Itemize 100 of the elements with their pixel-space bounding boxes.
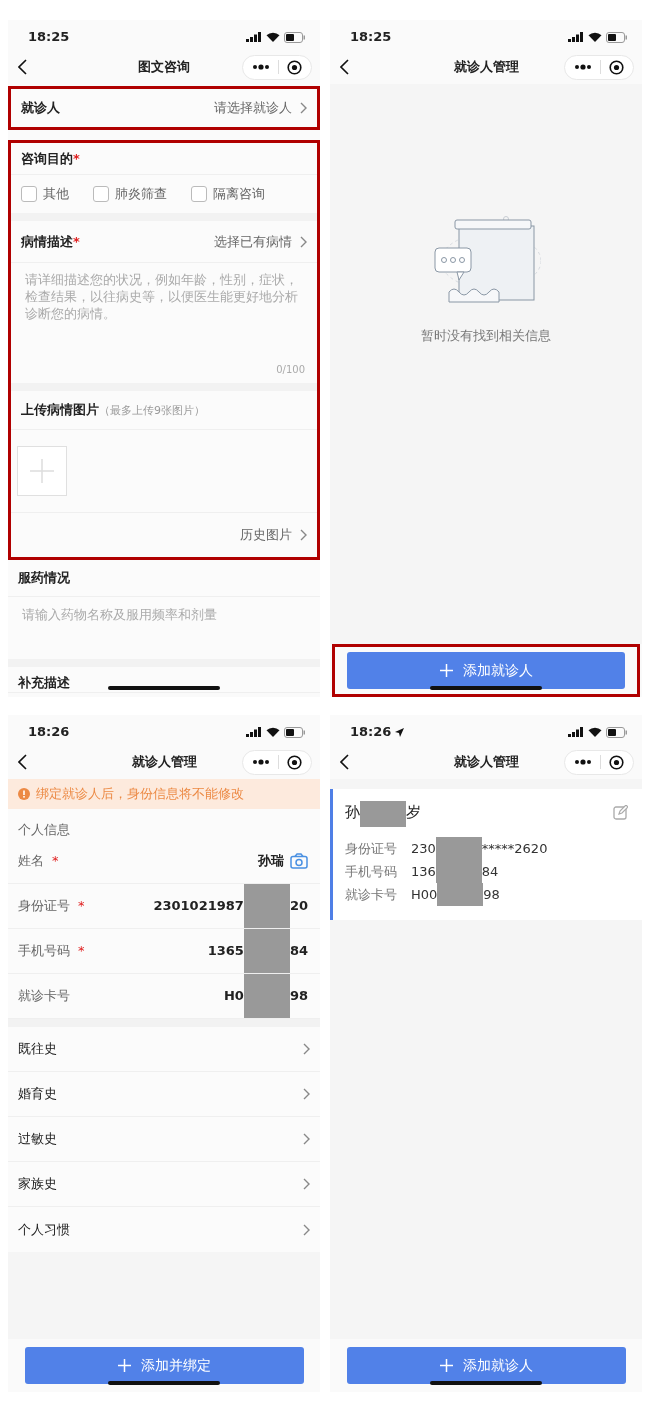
target-icon[interactable] [609,754,624,770]
plus-icon [439,664,453,677]
status-time: 18:26 [350,723,392,742]
field-value: 20 [289,897,308,916]
description-field[interactable]: 请详细描述您的状况，例如年龄，性别，症状，检查结果，以往病史等，以便医生能更好地分析诊断您的病情。 [25,271,305,362]
patient-select-link[interactable]: 请选择就诊人 [214,98,292,118]
page-title: 就诊人管理 [453,753,519,772]
history-item[interactable]: 过敏史 [18,1129,57,1149]
back-icon[interactable] [340,754,350,770]
field-label: 身份证号 [345,839,398,858]
field-value: 孙 [345,802,360,823]
redaction-block [243,929,290,973]
target-icon[interactable] [287,754,302,770]
redaction-block [435,837,482,860]
chevron-right-icon [300,102,307,114]
plus-icon [30,459,54,483]
target-icon[interactable] [609,59,624,75]
chevron-right-icon [300,235,307,248]
field-value: 84 [481,862,499,881]
section-label: 病情描述* [21,232,80,251]
battery-icon [606,726,628,738]
checkbox[interactable] [191,186,207,202]
patient-card[interactable]: 孙 岁 身份证号 230 *****2620 手机号码 136 84 就诊卡号 H00 98 [330,789,642,920]
field-value: 2301021987 [153,897,244,916]
history-images-link[interactable]: 历史图片 [240,525,292,545]
status-time: 18:25 [28,28,70,47]
field-label: 手机号码 [345,862,398,881]
add-button[interactable]: 添加就诊人 [347,652,625,689]
checkbox-option[interactable]: 其他 [21,184,69,204]
plus-icon [439,1359,453,1372]
field-value: 岁 [406,802,421,823]
chevron-right-icon [303,1088,310,1100]
field-value: 136 [411,862,436,881]
signal-icon [246,727,262,737]
section-label: 补充描述 [18,673,70,692]
page-title: 就诊人管理 [453,58,519,77]
camera-icon[interactable] [290,853,308,869]
plus-icon [117,1359,131,1372]
history-item[interactable]: 个人习惯 [18,1219,70,1240]
history-item[interactable]: 既往史 [18,1039,57,1059]
field-value: 1365 [207,942,244,961]
wifi-icon [266,727,280,737]
chevron-right-icon [300,529,307,541]
wifi-icon [266,32,280,42]
more-icon[interactable] [574,759,592,765]
empty-message: 暂时没有找到相关信息 [421,327,551,345]
section-label: 个人信息 [18,820,70,839]
add-button[interactable]: 添加并绑定 [24,1347,304,1384]
info-icon [18,788,30,800]
checkbox[interactable] [21,186,37,202]
status-time: 18:26 [28,723,70,742]
more-icon[interactable] [252,64,270,70]
field-label: 就诊卡号 [345,885,398,904]
signal-icon [246,32,262,42]
history-item[interactable]: 婚育史 [18,1084,57,1104]
field-value: 230 [411,839,436,858]
history-item[interactable]: 家族史 [18,1174,57,1194]
wifi-icon [588,32,602,42]
field-value: *****2620 [481,839,548,858]
signal-icon [568,727,584,737]
redaction-block [243,974,290,1018]
redaction-block [243,884,290,928]
character-counter: 0/100 [276,363,305,377]
field-value: H00 [411,885,438,904]
section-label: 咨询目的* [21,149,80,168]
page-title: 图文咨询 [138,58,190,77]
back-icon[interactable] [18,59,28,75]
existing-condition-link[interactable]: 选择已有病情 [214,231,292,252]
section-label: 就诊人 [21,99,60,118]
battery-icon [606,31,628,43]
redaction-block [437,883,484,906]
checkbox-option[interactable]: 肺炎筛查 [93,184,167,204]
add-button[interactable]: 添加就诊人 [346,1347,626,1384]
field-label: 手机号码 * [18,942,85,961]
signal-icon [568,32,584,42]
field-value: 84 [289,942,308,961]
redaction-block [360,801,406,827]
battery-icon [284,31,306,43]
field-value: 98 [483,885,500,904]
field-value: 孙瑞 [258,852,284,871]
checkbox-option[interactable]: 隔离咨询 [191,184,265,204]
back-icon[interactable] [18,754,28,770]
back-icon[interactable] [340,59,350,75]
more-icon[interactable] [574,64,592,70]
field-label: 身份证号 * [18,897,85,916]
section-label: 上传病情图片（最多上传9张图片） [21,401,205,420]
chevron-right-icon [303,1178,310,1190]
notice-text: 绑定就诊人后，身份信息将不能修改 [36,784,244,803]
page-title: 就诊人管理 [131,753,197,772]
battery-icon [284,726,306,738]
section-label: 服药情况 [18,569,70,588]
field-label: 就诊卡号 [18,987,70,1006]
more-icon[interactable] [252,759,270,765]
target-icon[interactable] [287,59,302,75]
chevron-right-icon [303,1223,310,1236]
status-time: 18:25 [350,28,392,47]
checkbox[interactable] [93,186,109,202]
chevron-right-icon [303,1043,310,1055]
field-value: H0 [223,987,244,1006]
medication-field[interactable]: 请输入药物名称及服用频率和剂量 [22,606,306,646]
